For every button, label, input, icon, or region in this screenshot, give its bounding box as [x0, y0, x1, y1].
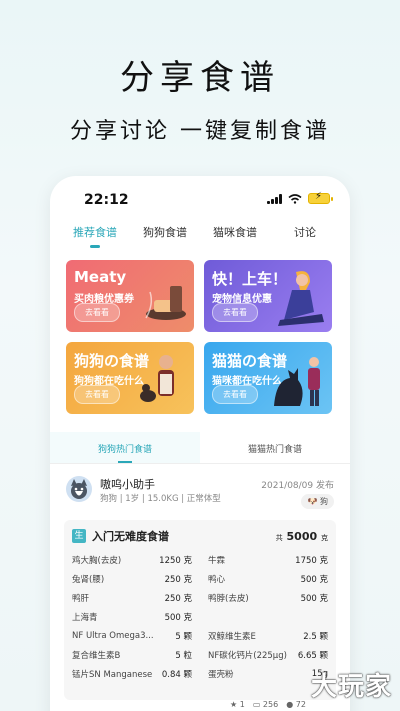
tab-hot-dog[interactable]: 狗狗热门食谱 [50, 432, 200, 463]
recipe-title: 入门无难度食谱 [92, 530, 169, 543]
ingredient-row-empty [208, 607, 328, 626]
pet-type-badge: 🐶 狗 [301, 494, 334, 509]
ingredient-row: 牛霖 1750 克 [208, 555, 328, 566]
watermark-logo: 大玩家 [310, 672, 392, 702]
comment-stat[interactable]: ▭ 256 [253, 700, 278, 709]
main-tabs: 推荐食谱 狗狗食谱 猫咪食谱 讨论 [50, 220, 350, 250]
status-bar: 22:12 ⚡ [50, 176, 350, 220]
battery-icon: ⚡ [308, 191, 333, 204]
recipe-post[interactable]: 嗷呜小助手 狗狗 | 1岁 | 15.0KG | 正常体型 2021/08/09… [50, 464, 350, 509]
ingredient-row: 锰片SN Manganese 0.84 颗 [72, 669, 192, 680]
card-button[interactable]: 去看看 [74, 385, 120, 404]
avatar[interactable] [66, 476, 92, 502]
ingredient-row: 复合维生素B 5 粒 [72, 650, 192, 661]
card-hop-on[interactable]: 快！上车！ 宠物信息优惠 去看看 [204, 260, 332, 332]
status-icons: ⚡ [267, 191, 333, 204]
promo-subline: 分享讨论 一键复制食谱 [70, 119, 330, 144]
card-title: Meaty [74, 268, 127, 286]
ingredient-row: 鸡大胸(去皮) 1250 克 [72, 555, 192, 566]
promo-headline: 分享食谱 [120, 58, 280, 98]
card-button[interactable]: 去看看 [212, 385, 258, 404]
food-illustration-icon [145, 286, 186, 320]
pet-type-label: 狗 [320, 497, 328, 506]
tab-recommended[interactable]: 推荐食谱 [60, 220, 130, 250]
post-pet-meta: 狗狗 | 1岁 | 15.0KG | 正常体型 [100, 494, 221, 504]
recipe-card[interactable]: 生 入门无难度食谱 共 5000 克 鸡大胸(去皮) 1250 克 牛霖 1750 … [64, 520, 336, 700]
cat-illustration-icon [274, 357, 320, 406]
star-stat[interactable]: ★ 1 [230, 700, 245, 709]
signal-icon [267, 193, 282, 204]
ingredient-row: 兔肾(腰) 250 克 [72, 574, 192, 585]
card-meaty[interactable]: Meaty 买肉粮优惠券 去看看 [66, 260, 194, 332]
status-time: 22:12 [84, 192, 129, 208]
recipe-total: 共 5000 克 [275, 529, 328, 543]
like-stat[interactable]: ● 72 [286, 700, 306, 709]
card-button[interactable]: 去看看 [74, 303, 120, 322]
ingredient-list: 鸡大胸(去皮) 1250 克 牛霖 1750 克 兔肾(腰) 250 克 鸭心 500 … [72, 550, 328, 683]
ingredient-row: 鸭脖(去皮) 500 克 [208, 593, 328, 604]
recipe-header: 生 入门无难度食谱 共 5000 克 [72, 526, 328, 546]
promo-cards: Meaty 买肉粮优惠券 去看看 快！上车！ 宠物信息优惠 去看看 狗狗の食谱 [50, 250, 350, 414]
tab-cat[interactable]: 猫咪食谱 [200, 220, 270, 250]
tab-discussion[interactable]: 讨论 [270, 220, 340, 250]
card-dog-recipes[interactable]: 狗狗の食谱 狗狗都在吃什么 去看看 [66, 342, 194, 414]
chef-dog-illustration-icon [140, 355, 174, 402]
tab-dog[interactable]: 狗狗食谱 [130, 220, 200, 250]
recipe-type-badge: 生 [72, 529, 86, 543]
post-date: 2021/08/09 发布 [261, 481, 334, 491]
woman-illustration-icon [278, 271, 324, 326]
tab-hot-cat[interactable]: 猫猫热门食谱 [200, 432, 350, 463]
husky-avatar-icon [66, 476, 92, 502]
ingredient-row: NF碳化钙片(225μg) 6.65 颗 [208, 650, 328, 661]
ingredient-row: 鸭肝 250 克 [72, 593, 192, 604]
card-cat-recipes[interactable]: 猫猫の食谱 猫咪都在吃什么 去看看 [204, 342, 332, 414]
ingredient-row: NF Ultra Omega3... 5 颗 [72, 630, 192, 642]
ingredient-row: 鸭心 500 克 [208, 574, 328, 585]
ingredient-row: 双鲸维生素E 2.5 颗 [208, 631, 328, 642]
post-username[interactable]: 嗷呜小助手 [100, 476, 155, 492]
card-button[interactable]: 去看看 [212, 303, 258, 322]
wifi-icon [288, 193, 302, 204]
hot-recipe-tabs: 狗狗热门食谱 猫猫热门食谱 [50, 432, 350, 464]
ingredient-row: 上海青 500 克 [72, 612, 192, 623]
post-stats: ★ 1 ▭ 256 ● 72 [230, 700, 306, 709]
